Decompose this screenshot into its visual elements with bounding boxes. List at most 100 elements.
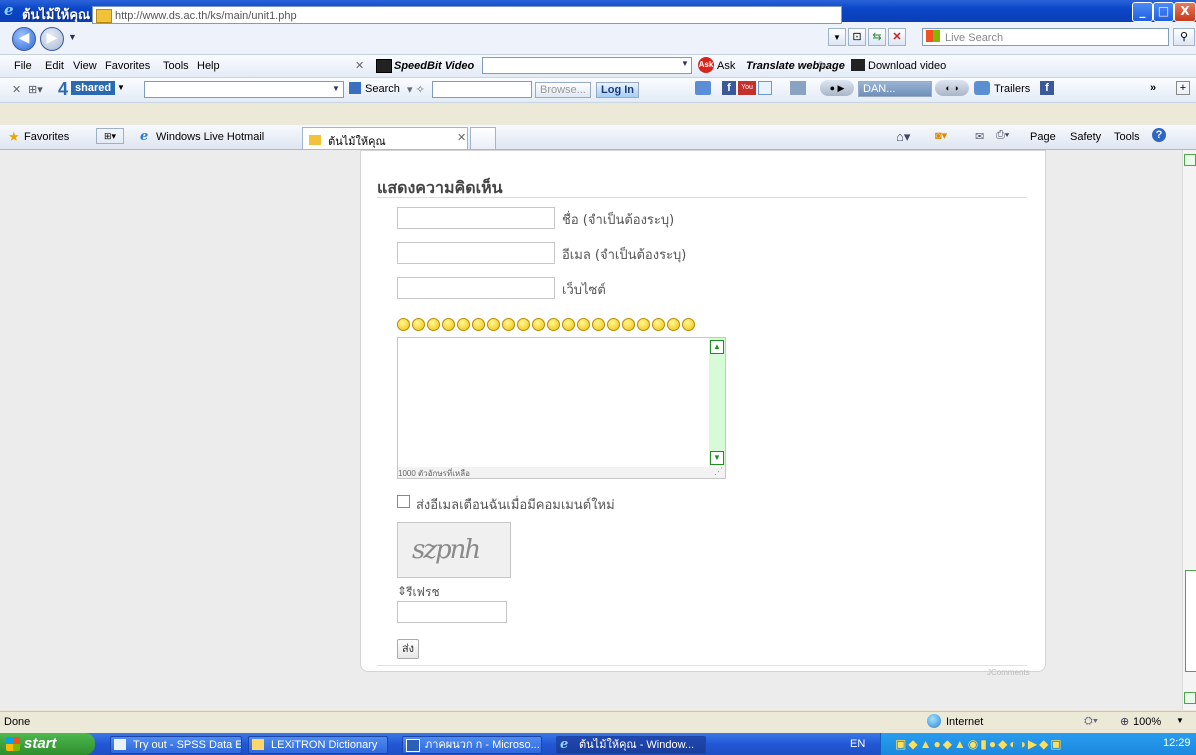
media-icon[interactable] [790,81,806,95]
protected-mode-icon[interactable]: ⛭▾ [1084,715,1098,728]
smiley-confused-icon[interactable] [562,318,575,331]
stop-icon[interactable]: ✕ [888,28,906,46]
close-toolbar-2-icon[interactable]: ✕ [12,83,21,96]
add-toolbar-icon[interactable]: + [1176,81,1190,95]
feeds-icon[interactable]: ◙▾ [935,129,947,142]
fourshared-dropdown-icon[interactable]: ▼ [332,84,340,93]
taskbar-item-ie[interactable]: ต้นไม้ให้คุณ - Window... [556,736,706,754]
active-tab[interactable]: ต้นไม้ให้คุณ [302,127,468,149]
smiley-wink-icon[interactable] [442,318,455,331]
menu-file[interactable]: File [14,60,32,72]
page-scrollbar[interactable] [1182,150,1196,710]
url-field[interactable]: http://www.ds.ac.th/ks/main/unit1.php [92,6,842,24]
zoom-icon[interactable]: ⊕ [1120,715,1129,728]
ask-label[interactable]: Ask [717,60,735,72]
taskbar-item-lexitron[interactable]: LEXiTRON Dictionary [248,736,388,754]
start-button[interactable]: start [0,733,95,755]
taskbar-item-word[interactable]: ภาคผนวก ก - Microso... [402,736,542,754]
dan-dropdown[interactable]: DAN... [858,81,932,97]
smiley-laugh-icon[interactable] [397,318,410,331]
youtube-icon[interactable]: You [738,81,756,95]
resize-grip-icon[interactable]: ⋰ [714,466,723,477]
smiley-love-icon[interactable] [652,318,665,331]
tray-icons[interactable]: ▣◆▲●◆▲◉▮●◆◐◑▶◆▣ [895,737,1064,751]
zoom-level[interactable]: 100% [1133,716,1161,728]
login-button[interactable]: Log In [596,82,639,98]
translate-button[interactable]: Translate webpage [746,60,845,72]
smiley-sad-icon[interactable] [517,318,530,331]
menu-help[interactable]: Help [197,60,220,72]
notify-checkbox[interactable] [397,495,410,508]
scroll-up-icon[interactable]: ▲ [710,340,724,354]
toolbar-options-icon[interactable]: ⊞▾ [28,83,43,96]
maximize-button[interactable]: □ [1153,2,1174,22]
safety-menu[interactable]: Safety [1070,131,1101,143]
smiley-tongue-icon[interactable] [532,318,545,331]
minimize-button[interactable]: _ [1132,2,1153,22]
highlight-icon[interactable]: ✎ [818,59,827,72]
smiley-evil-icon[interactable] [682,318,695,331]
page-scroll-thumb[interactable] [1185,570,1196,672]
new-tab-button[interactable] [470,127,496,149]
page-scroll-down-icon[interactable] [1184,692,1196,704]
language-indicator[interactable]: EN [850,738,865,750]
live-search-input[interactable]: Live Search [922,28,1169,46]
menu-edit[interactable]: Edit [45,60,64,72]
menu-favorites[interactable]: Favorites [105,60,150,72]
menu-view[interactable]: View [73,60,97,72]
player-controls-icon[interactable]: ● ▶ [820,80,854,96]
back-button[interactable]: ◀ [12,27,36,51]
history-dropdown-icon[interactable]: ▼ [68,32,77,42]
speedbit-dropdown-icon[interactable]: ▼ [681,59,689,68]
favorites-button[interactable]: Favorites [24,131,69,143]
home-icon[interactable]: ⌂▾ [896,129,910,145]
smiley-grin-icon[interactable] [412,318,425,331]
fourshared-search-options-icon[interactable]: ▾ ✧ [407,83,425,96]
smiley-sleep-icon[interactable] [622,318,635,331]
page-scroll-up-icon[interactable] [1184,154,1196,166]
compat-icon[interactable]: ⊡ [848,28,866,46]
help-icon[interactable]: ? [1152,128,1166,142]
submit-button[interactable]: ส่ง [397,639,419,659]
smiley-smile-icon[interactable] [427,318,440,331]
facebook-icon[interactable]: f [722,81,736,95]
tab-close-icon[interactable]: ✕ [457,131,466,144]
smiley-surprised-icon[interactable] [502,318,515,331]
zoom-dropdown-icon[interactable]: ▼ [1176,716,1184,725]
smiley-happy-icon[interactable] [472,318,485,331]
hotmail-tab[interactable]: Windows Live Hotmail [156,131,264,143]
fourshared-search-input[interactable] [144,81,344,98]
name-input[interactable] [397,207,555,229]
close-button[interactable]: X [1174,2,1196,22]
speedbit-search-input[interactable] [482,57,692,74]
facebook-2-icon[interactable]: f [1040,81,1054,95]
speedbit-label[interactable]: SpeedBit Video [394,60,474,72]
smiley-rolling-icon[interactable] [667,318,680,331]
forward-button[interactable]: ▶ [40,27,64,51]
smiley-kiss-icon[interactable] [637,318,650,331]
captcha-input[interactable] [397,601,507,623]
close-toolbar-icon[interactable]: ✕ [355,59,364,72]
download-video-button[interactable]: Download video [868,60,946,72]
browse-button[interactable]: Browse... [535,82,591,98]
search-go-icon[interactable]: ⚲ [1173,28,1195,46]
toolbar-widget-icon[interactable] [695,81,711,95]
read-mail-icon[interactable]: ✉ [975,130,984,143]
smiley-sick-icon[interactable] [577,318,590,331]
url-dropdown-icon[interactable]: ▼ [828,28,846,46]
tools-menu[interactable]: Tools [1114,131,1140,143]
comment-scrollbar[interactable] [709,338,725,466]
smiley-cry-icon[interactable] [607,318,620,331]
fourshared-search-button[interactable]: Search [365,83,400,95]
captcha-refresh-link[interactable]: รีเฟรช [406,583,440,602]
email-input[interactable] [397,242,555,264]
smiley-shocked-icon[interactable] [547,318,560,331]
menu-tools[interactable]: Tools [163,60,189,72]
print-icon[interactable]: ⎙▾ [996,129,1009,142]
toolbar-overflow-icon[interactable]: » [1150,82,1156,94]
trailers-button[interactable]: Trailers [994,83,1030,95]
window-icon[interactable] [758,81,772,95]
page-menu[interactable]: Page [1030,131,1056,143]
fourshared-menu-icon[interactable]: ▼ [117,83,125,92]
taskbar-item-spss[interactable]: Try out - SPSS Data E... [110,736,242,754]
